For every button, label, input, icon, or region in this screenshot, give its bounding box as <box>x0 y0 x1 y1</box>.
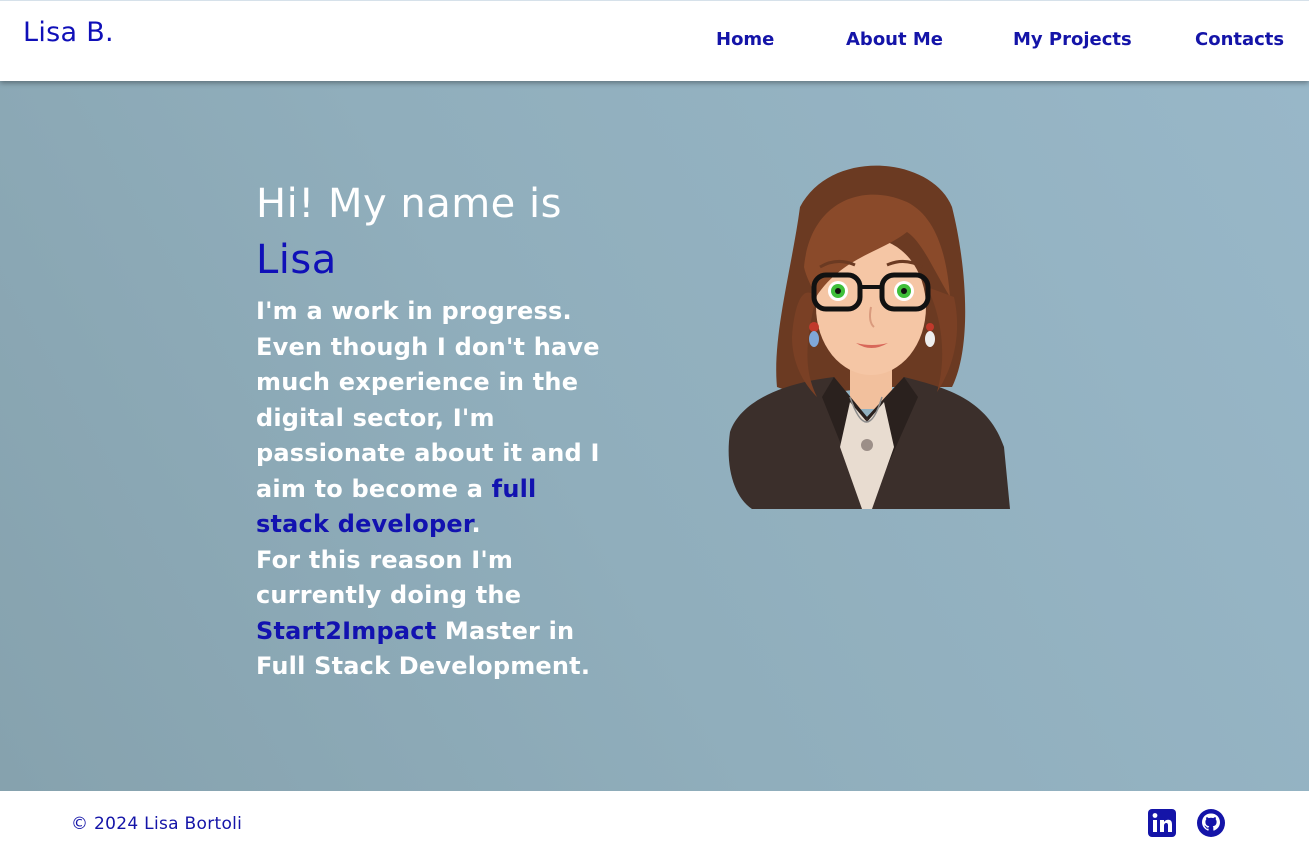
avatar-illustration <box>728 165 1010 509</box>
nav-about-me[interactable]: About Me <box>846 29 943 50</box>
nav-home[interactable]: Home <box>716 29 774 50</box>
hero-name: Lisa <box>256 237 337 283</box>
nav-contacts[interactable]: Contacts <box>1195 29 1284 50</box>
nav-my-projects[interactable]: My Projects <box>1013 29 1132 50</box>
intro-text-1: I'm a work in progress. Even though I do… <box>256 297 600 503</box>
hero-intro: I'm a work in progress. Even though I do… <box>256 294 601 685</box>
start2impact-link[interactable]: Start2Impact <box>256 617 436 645</box>
github-icon[interactable] <box>1196 808 1226 838</box>
greeting-text: Hi! My name is <box>256 181 562 227</box>
linkedin-icon[interactable] <box>1147 808 1177 838</box>
hero-section: Hi! My name is Lisa I'm a work in progre… <box>0 81 1309 791</box>
brand-logo[interactable]: Lisa B. <box>23 17 114 48</box>
hero-text: Hi! My name is Lisa I'm a work in progre… <box>256 176 601 685</box>
intro-text-3: For this reason I'm currently doing the <box>256 545 522 610</box>
footer: © 2024 Lisa Bortoli <box>0 791 1309 857</box>
copyright-text: © 2024 Lisa Bortoli <box>71 814 243 834</box>
navbar: Lisa B. Home About Me My Projects Contac… <box>0 0 1309 81</box>
intro-text-2: . <box>471 510 481 538</box>
hero-heading: Hi! My name is Lisa <box>256 176 601 288</box>
